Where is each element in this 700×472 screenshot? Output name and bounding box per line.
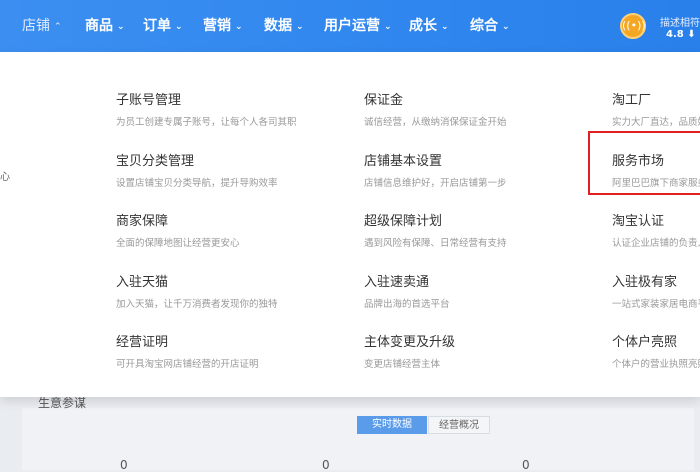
menu-item-desc: 品牌出海的首选平台 <box>364 299 450 310</box>
menu-item-tao-factory[interactable]: 淘工厂 实力大厂直达，品质好 <box>612 89 700 128</box>
nav-item-label: 成长 <box>409 18 437 34</box>
menu-item-shop-settings[interactable]: 店铺基本设置 店铺信息维护好，开启店铺第一步 <box>364 150 594 189</box>
nav-item-label: 综合 <box>470 18 498 34</box>
chevron-up-icon: ⌃ <box>54 22 62 32</box>
nav-item-label: 数据 <box>264 18 292 34</box>
nav-item-shop[interactable]: 店铺 ⌃ <box>22 0 62 52</box>
menu-item-join-tmall[interactable]: 入驻天猫 加入天猫，让千万消费者发现你的独特 <box>116 271 346 310</box>
menu-item-desc: 实力大厂直达，品质好 <box>612 117 700 128</box>
chevron-down-icon: ⌄ <box>175 22 183 32</box>
tab-realtime-data[interactable]: 实时数据 <box>357 416 427 434</box>
menu-item-desc: 遇到风险有保障、日常经营有支持 <box>364 238 507 249</box>
menu-item-desc: 店铺信息维护好，开启店铺第一步 <box>364 178 507 189</box>
nav-item-label: 用户运营 <box>324 18 380 34</box>
chevron-down-icon: ⌄ <box>384 22 392 32</box>
nav-item-marketing[interactable]: 营销 ⌄ <box>203 0 243 52</box>
nav-item-user-ops[interactable]: 用户运营 ⌄ <box>324 0 392 52</box>
menu-item-desc: 可开具淘宝网店铺经营的开店证明 <box>116 359 259 370</box>
menu-item-desc: 个体户的营业执照亮照 <box>612 359 700 370</box>
menu-item-desc: 设置店铺宝贝分类导航，提升导购效率 <box>116 178 278 189</box>
chevron-down-icon: ⌄ <box>441 22 449 32</box>
chevron-down-icon: ⌄ <box>296 22 304 32</box>
shop-dropdown-panel: 心 子账号管理 为员工创建专属子账号，让每个人各司其职 宝贝分类管理 设置店铺宝… <box>0 52 700 397</box>
tab-business-overview[interactable]: 经营概况 <box>428 416 490 434</box>
menu-item-deposit[interactable]: 保证金 诚信经营，从缴纳消保保证金开始 <box>364 89 594 128</box>
highlight-box <box>588 131 700 195</box>
menu-item-desc: 诚信经营，从缴纳消保保证金开始 <box>364 117 507 128</box>
menu-item-sub-account[interactable]: 子账号管理 为员工创建专属子账号，让每个人各司其职 <box>116 89 346 128</box>
menu-item-desc: 加入天猫，让千万消费者发现你的独特 <box>116 299 278 310</box>
nav-item-label: 营销 <box>203 18 231 34</box>
menu-item-title: 宝贝分类管理 <box>116 154 195 169</box>
score-label: 描述相符 <box>660 18 700 29</box>
menu-item-taobao-certification[interactable]: 淘宝认证 认证企业店铺的负责人 <box>612 210 700 249</box>
nav-item-label: 店铺 <box>22 18 50 34</box>
menu-item-title: 入驻天猫 <box>116 275 169 290</box>
top-navigation: 店铺 ⌃ 商品 ⌄ 订单 ⌄ 营销 ⌄ 数据 ⌄ 用户运营 ⌄ 成长 ⌄ 综合 ⌄ ((•)) … <box>0 0 700 52</box>
menu-item-category[interactable]: 宝贝分类管理 设置店铺宝贝分类导航，提升导购效率 <box>116 150 346 189</box>
menu-item-title: 入驻极有家 <box>612 275 678 290</box>
chevron-down-icon: ⌄ <box>502 22 510 32</box>
nav-item-orders[interactable]: 订单 ⌄ <box>143 0 183 52</box>
nav-item-label: 商品 <box>85 18 113 34</box>
chevron-down-icon: ⌄ <box>117 22 125 32</box>
menu-item-desc: 为员工创建专属子账号，让每个人各司其职 <box>116 117 297 128</box>
menu-item-super-guarantee[interactable]: 超级保障计划 遇到风险有保障、日常经营有支持 <box>364 210 594 249</box>
menu-item-individual-license[interactable]: 个体户亮照 个体户的营业执照亮照 <box>612 331 700 370</box>
menu-item-title: 个体户亮照 <box>612 335 678 350</box>
score-value: 4.8 ⬇ <box>666 29 696 40</box>
signal-icon: ((•)) <box>622 19 646 32</box>
menu-item-title: 子账号管理 <box>116 93 182 108</box>
menu-item-title: 淘工厂 <box>612 93 652 108</box>
menu-item-merchant-guarantee[interactable]: 商家保障 全面的保障地图让经营更安心 <box>116 210 346 249</box>
menu-item-entity-change[interactable]: 主体变更及升级 变更店铺经营主体 <box>364 331 594 370</box>
menu-item-title: 入驻速卖通 <box>364 275 430 290</box>
menu-item-title: 商家保障 <box>116 214 169 229</box>
nav-item-growth[interactable]: 成长 ⌄ <box>409 0 449 52</box>
menu-item-desc: 认证企业店铺的负责人 <box>612 238 700 249</box>
menu-item-title: 淘宝认证 <box>612 214 665 229</box>
menu-item-desc: 变更店铺经营主体 <box>364 359 441 370</box>
menu-item-title: 店铺基本设置 <box>364 154 443 169</box>
menu-item-title: 主体变更及升级 <box>364 335 456 350</box>
chevron-down-icon: ⌄ <box>235 22 243 32</box>
menu-item-join-aliexpress[interactable]: 入驻速卖通 品牌出海的首选平台 <box>364 271 594 310</box>
left-stub-text: 心 <box>0 172 10 183</box>
nav-item-general[interactable]: 综合 ⌄ <box>470 0 510 52</box>
menu-item-business-proof[interactable]: 经营证明 可开具淘宝网店铺经营的开店证明 <box>116 331 346 370</box>
nav-item-goods[interactable]: 商品 ⌄ <box>85 0 125 52</box>
nav-item-label: 订单 <box>143 18 171 34</box>
menu-item-desc: 全面的保障地图让经营更安心 <box>116 238 240 249</box>
menu-item-title: 经营证明 <box>116 335 169 350</box>
menu-item-title: 保证金 <box>364 93 404 108</box>
nav-item-data[interactable]: 数据 ⌄ <box>264 0 304 52</box>
shop-avatar[interactable]: ((•)) <box>620 13 646 39</box>
menu-item-title: 超级保障计划 <box>364 214 443 229</box>
menu-item-join-jiyoujia[interactable]: 入驻极有家 一站式家装家居电商平 <box>612 271 700 310</box>
menu-item-desc: 一站式家装家居电商平 <box>612 299 700 310</box>
